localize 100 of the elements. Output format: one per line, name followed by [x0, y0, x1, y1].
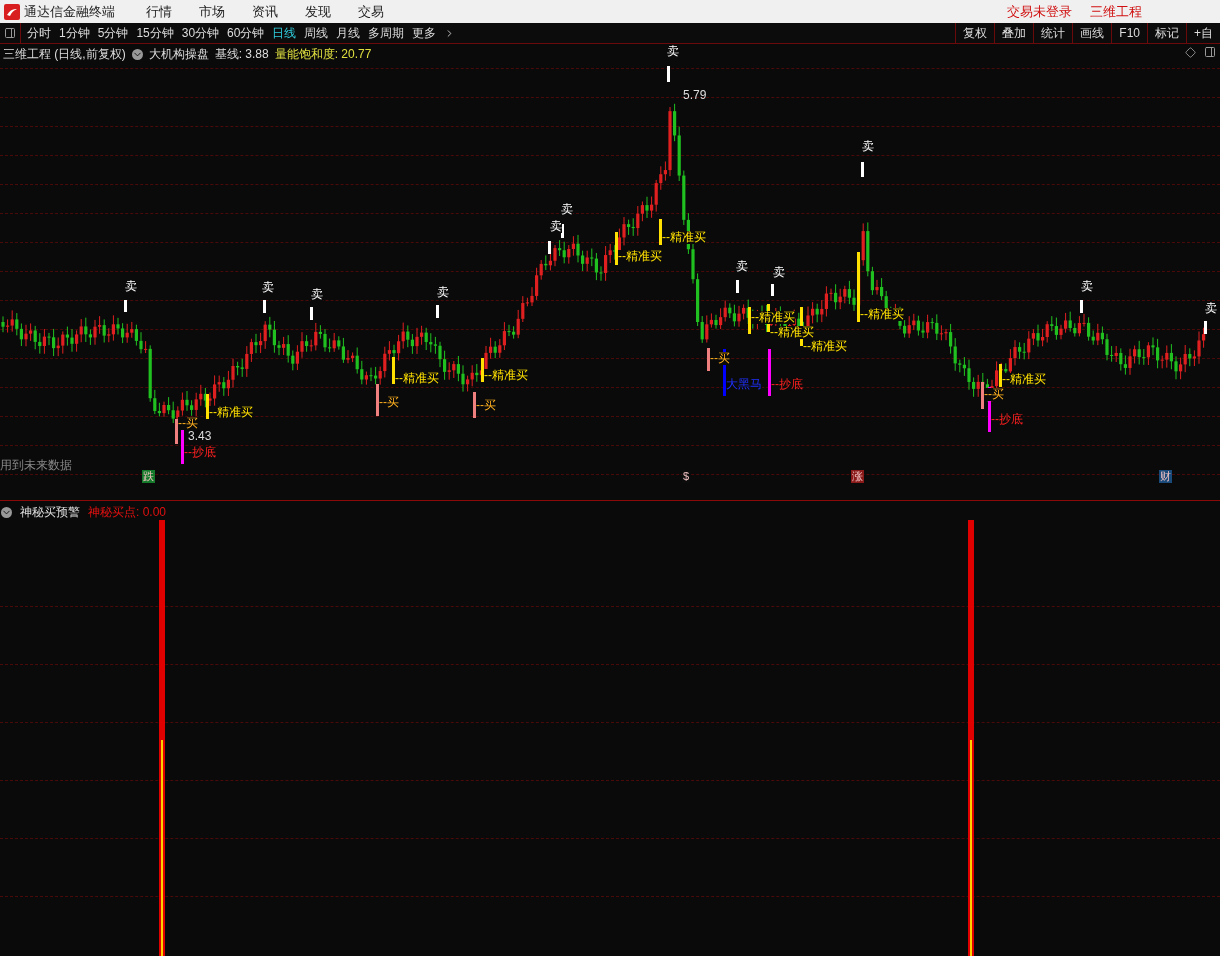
user-link[interactable]: 三维工程 — [1090, 1, 1142, 22]
signal-marker-bar — [748, 307, 751, 334]
buy-signal-label: --买 — [984, 388, 1004, 401]
precise-buy-signal-label: --精准买 — [618, 250, 662, 263]
precise-buy-signal-label: --精准买 — [1002, 373, 1046, 386]
toolbar-button[interactable]: 标记 — [1147, 23, 1186, 43]
bottom-signal-label: --抄底 — [771, 378, 803, 391]
period-tab[interactable]: 日线 — [272, 24, 297, 42]
panel-toggle-icon[interactable] — [1204, 46, 1216, 58]
price-mark-label: 3.43 — [188, 430, 212, 443]
toolbar-button[interactable]: F10 — [1111, 23, 1147, 43]
signal-marker-bar — [861, 162, 864, 177]
price-mark-label: 5.79 — [683, 89, 707, 102]
period-tab[interactable]: 15分钟 — [136, 24, 174, 42]
precise-buy-signal-label: --精准买 — [484, 369, 528, 382]
bottom-signal-label: --抄底 — [184, 446, 216, 459]
signal-marker-bar — [988, 387, 991, 432]
indicator-name: 大机构操盘 — [148, 46, 209, 63]
signal-marker-bar — [376, 384, 379, 416]
panel-toggle-icon[interactable] — [4, 27, 16, 39]
signal-marker-bar — [263, 300, 266, 313]
period-tab[interactable]: 30分钟 — [181, 24, 220, 42]
period-tab[interactable]: 周线 — [304, 24, 329, 42]
period-tab[interactable]: 分时 — [27, 24, 51, 42]
buy-signal-label: --买 — [379, 396, 399, 409]
menu-item[interactable]: 资讯 — [252, 1, 278, 22]
precise-buy-signal-label: --精准买 — [209, 406, 253, 419]
precise-buy-signal-label: --精准买 — [751, 311, 795, 324]
event-tag: 财 — [1159, 470, 1172, 483]
signal-marker-bar — [615, 232, 618, 265]
signal-marker-bar — [771, 284, 774, 296]
app-title: 通达信金融终端 — [24, 2, 115, 21]
precise-buy-signal-label: --精准买 — [395, 372, 439, 385]
buy-point-reading: 神秘买点: 0.00 — [88, 504, 167, 521]
menu-item[interactable]: 行情 — [146, 1, 172, 22]
signal-marker-bar — [548, 241, 551, 254]
period-tab[interactable]: 5分钟 — [97, 24, 129, 42]
signal-marker-bar — [1080, 300, 1083, 313]
menu-item[interactable]: 交易 — [358, 1, 384, 22]
sell-signal-label: 卖 — [667, 45, 679, 58]
chart-title: 三维工程 (日线,前复权) — [3, 46, 126, 63]
dropdown-icon[interactable] — [1, 506, 12, 518]
event-tag: $ — [682, 470, 691, 483]
sell-signal-label: 卖 — [437, 286, 449, 299]
toolbar-button[interactable]: 复权 — [955, 23, 995, 43]
precise-buy-signal-label: --精准买 — [803, 340, 847, 353]
signal-marker-bar — [981, 382, 984, 409]
sell-signal-label: 卖 — [736, 260, 748, 273]
signal-marker-bar — [768, 349, 771, 396]
signal-marker-bar — [736, 280, 739, 293]
sell-signal-label: 卖 — [311, 288, 323, 301]
sell-signal-label: 卖 — [125, 280, 137, 293]
period-tab[interactable]: 多周期 — [368, 24, 405, 42]
sell-signal-label: 卖 — [862, 140, 874, 153]
baseline-value: 基线: 3.88 — [214, 46, 269, 63]
dark-horse-signal-label: 大黑马 — [726, 378, 762, 391]
signal-marker-bar — [659, 219, 662, 245]
sub-chart-title: 神秘买预警 — [20, 504, 80, 521]
signal-marker-bar — [857, 252, 860, 322]
period-tab[interactable]: 更多 — [412, 24, 437, 42]
buy-signal-label: --买 — [476, 399, 496, 412]
sell-signal-label: 卖 — [550, 220, 562, 233]
precise-buy-signal-label: --精准买 — [662, 231, 706, 244]
event-tag: 跌 — [142, 470, 155, 483]
signal-marker-bar — [392, 357, 395, 384]
bottom-signal-label: --抄底 — [991, 413, 1023, 426]
signal-marker-bar — [667, 66, 670, 82]
sell-signal-label: 卖 — [262, 281, 274, 294]
dropdown-icon[interactable] — [131, 48, 143, 60]
signal-marker-bar — [481, 358, 484, 382]
period-tab[interactable]: 1分钟 — [59, 24, 90, 42]
signal-marker-bar — [707, 348, 710, 371]
sell-signal-label: 卖 — [1081, 280, 1093, 293]
signal-marker-bar — [1204, 321, 1207, 334]
toolbar-button[interactable]: 画线 — [1072, 23, 1112, 43]
login-status-link[interactable]: 交易未登录 — [1007, 1, 1072, 22]
precise-buy-signal-label: --精准买 — [770, 326, 814, 339]
menu-item[interactable]: 发现 — [305, 1, 331, 22]
event-tag: 涨 — [851, 470, 864, 483]
signal-marker-bar — [999, 364, 1002, 387]
signal-marker-bar — [436, 305, 439, 318]
toolbar-button[interactable]: 叠加 — [994, 23, 1034, 43]
app-logo-icon — [4, 3, 20, 20]
signal-marker-bar — [175, 419, 178, 444]
precise-buy-signal-label: --精准买 — [860, 308, 904, 321]
diamond-icon[interactable] — [1185, 46, 1196, 58]
period-tab[interactable]: 60分钟 — [227, 24, 265, 42]
signal-marker-bar — [206, 394, 209, 419]
period-tab[interactable]: 月线 — [336, 24, 361, 42]
sell-signal-label: 卖 — [561, 203, 573, 216]
signal-marker-bar — [310, 307, 313, 320]
menu-item[interactable]: 市场 — [199, 1, 225, 22]
sell-signal-label: 卖 — [773, 266, 785, 279]
toolbar-button[interactable]: +自 — [1186, 23, 1220, 43]
future-data-note: 用到未来数据 — [0, 457, 72, 474]
sell-signal-label: 卖 — [1205, 302, 1217, 315]
signal-marker-bar — [124, 300, 127, 312]
signal-marker-bar — [473, 392, 476, 418]
toolbar-button[interactable]: 统计 — [1033, 23, 1073, 43]
signal-marker-bar — [561, 224, 564, 238]
